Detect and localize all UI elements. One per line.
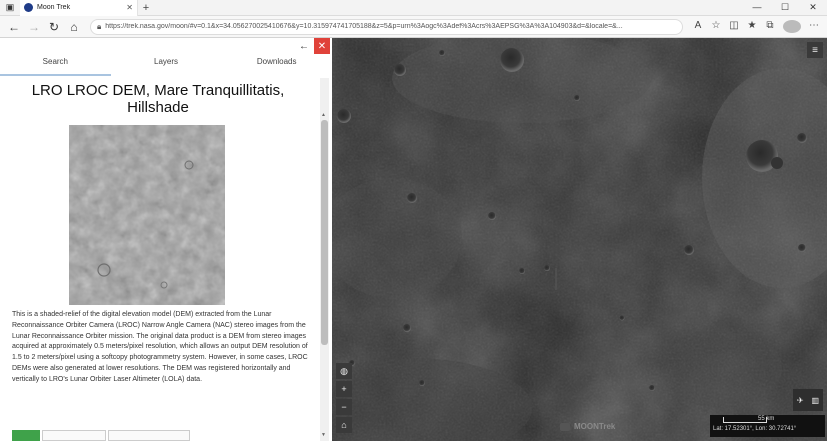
view-mode-buttons: ✈ ▥ — [793, 389, 823, 411]
tab-title: Moon Trek — [37, 4, 71, 11]
lock-icon: 🔒︎ — [97, 21, 102, 31]
refresh-icon[interactable]: ↻ — [44, 18, 64, 36]
cursor-coordinates: Lat: 17.52301°, Lon: 30.72741° — [713, 426, 797, 432]
more-menu-icon[interactable]: ⋯ — [805, 20, 823, 33]
forward-arrow-icon[interactable]: → — [24, 18, 44, 36]
minimize-icon[interactable]: — — [743, 2, 771, 13]
fly-mode-icon[interactable]: ✈ — [797, 396, 804, 405]
lunar-surface — [332, 38, 827, 441]
browser-tab-bar: ▣ Moon Trek ✕ + — ☐ ✕ — [0, 0, 827, 16]
scrollbar-thumb[interactable] — [321, 120, 328, 345]
map-home-icon[interactable]: ⌂ — [336, 417, 352, 433]
new-tab-button[interactable]: + — [138, 2, 154, 14]
browser-tab[interactable]: Moon Trek ✕ — [20, 0, 138, 16]
moontrek-logo-icon — [560, 422, 570, 431]
window-close-icon[interactable]: ✕ — [799, 2, 827, 13]
nasa-favicon-icon — [24, 3, 33, 12]
layer-title: LRO LROC DEM, Mare Tranquillitatis, Hill… — [31, 82, 285, 116]
maximize-icon[interactable]: ☐ — [771, 2, 799, 13]
favorites-list-icon[interactable]: ★ — [743, 20, 761, 33]
profile-avatar[interactable] — [783, 20, 801, 33]
tab-actions-icon[interactable]: ▣ — [0, 0, 20, 16]
zoom-out-button[interactable]: − — [336, 399, 352, 415]
window-controls: — ☐ ✕ — [743, 2, 827, 13]
address-bar[interactable]: 🔒︎ https://trek.nasa.gov/moon/#v=0.1&x=3… — [90, 18, 683, 35]
tab-layers[interactable]: Layers — [111, 52, 222, 76]
collections-icon[interactable]: ⧉ — [761, 20, 779, 33]
layer-description: This is a shaded-relief of the digital e… — [12, 311, 308, 383]
tab-downloads[interactable]: Downloads — [221, 52, 332, 76]
map-menu-icon[interactable]: ≡ — [807, 42, 823, 58]
browser-toolbar: A ☆ ◫ ★ ⧉ ⋯ — [689, 20, 823, 33]
moontrek-logo: MOONTrek — [560, 422, 615, 431]
2d-map-icon[interactable]: ▥ — [811, 396, 819, 405]
scroll-up-icon[interactable]: ▲ — [321, 112, 326, 118]
tab-search[interactable]: Search — [0, 52, 111, 76]
hillshade-preview-image — [69, 125, 225, 305]
moontrek-brand-text: MOONTrek — [574, 422, 616, 431]
layer-info-panel: ← ✕ Search Layers Downloads LRO LROC DEM… — [0, 38, 332, 441]
browser-nav-bar: ← → ↻ ⌂ 🔒︎ https://trek.nasa.gov/moon/#v… — [0, 16, 827, 38]
read-aloud-icon[interactable]: A — [689, 20, 707, 33]
panel-action-buttons — [12, 430, 192, 441]
favorite-star-icon[interactable]: ☆ — [707, 20, 725, 33]
scroll-down-icon[interactable]: ▼ — [321, 432, 326, 438]
moon-map-view[interactable]: ≡ ◍ + − ⌂ ✈ ▥ MOONTrek 55 km Lat: 17.523… — [332, 38, 827, 441]
panel-scrollbar[interactable]: ▲ ▼ — [320, 78, 329, 441]
back-arrow-icon[interactable]: ← — [4, 18, 24, 36]
panel-action-button-2[interactable] — [42, 430, 106, 441]
scale-label: 55 km — [758, 416, 775, 422]
globe-icon[interactable]: ◍ — [336, 363, 352, 379]
panel-tabs: Search Layers Downloads — [0, 52, 332, 76]
home-icon[interactable]: ⌂ — [64, 18, 84, 36]
scale-and-coordinates: 55 km Lat: 17.52301°, Lon: 30.72741° — [710, 415, 825, 437]
tab-close-icon[interactable]: ✕ — [126, 3, 133, 12]
url-text: https://trek.nasa.gov/moon/#v=0.1&x=34.0… — [105, 23, 623, 30]
zoom-in-button[interactable]: + — [336, 381, 352, 397]
panel-action-button-3[interactable] — [108, 430, 190, 441]
split-screen-icon[interactable]: ◫ — [725, 20, 743, 33]
add-layer-button[interactable] — [12, 430, 40, 441]
